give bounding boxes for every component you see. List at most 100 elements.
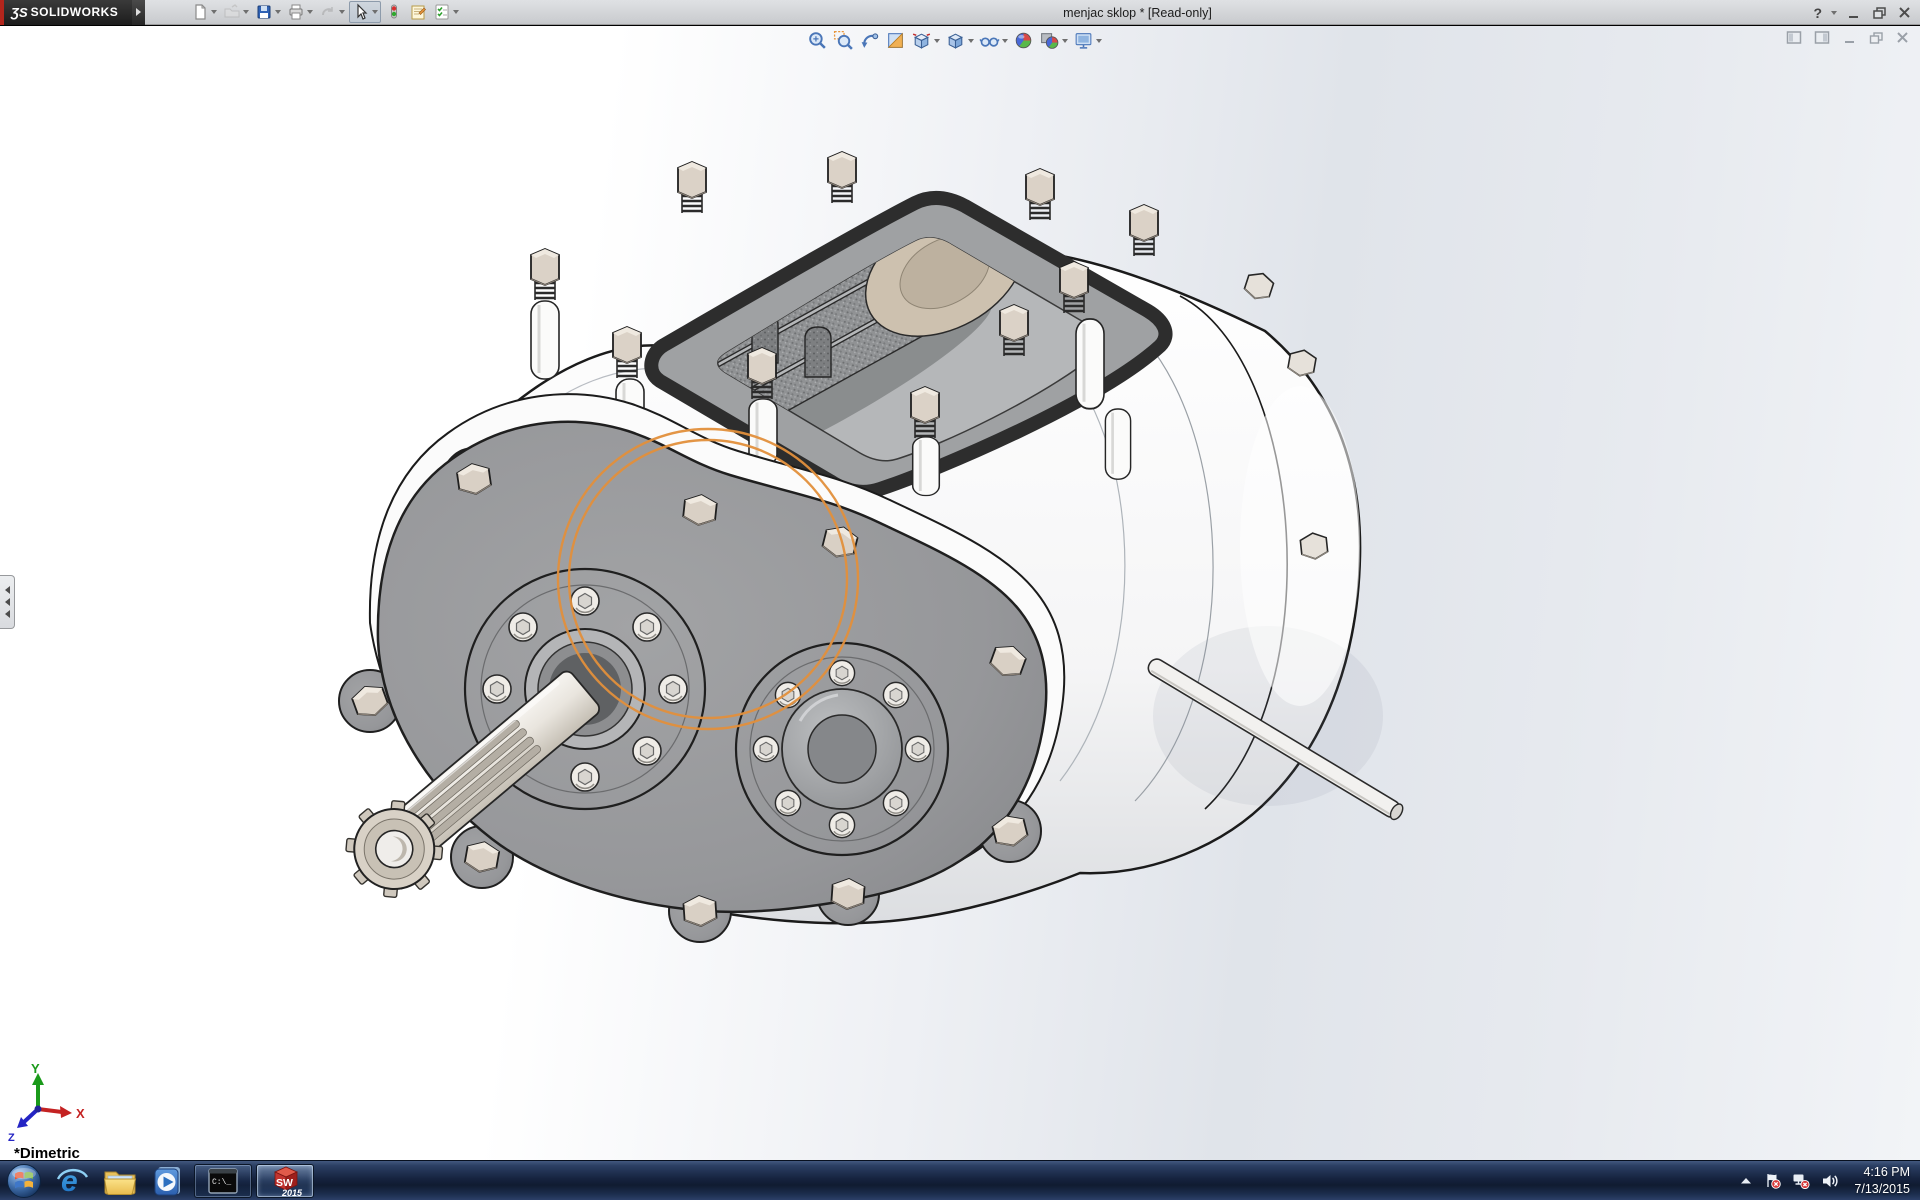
headsup-view-toolbar	[806, 29, 1103, 52]
minimize-document-icon[interactable]	[1842, 31, 1857, 45]
undo-icon	[319, 3, 337, 21]
windows-taskbar: e	[0, 1160, 1920, 1200]
view-orientation-label: *Dimetric	[14, 1145, 80, 1160]
view-orientation-button[interactable]	[910, 29, 941, 52]
view-settings-button[interactable]	[1072, 29, 1103, 52]
view-settings-monitor-icon	[1073, 30, 1094, 51]
dropdown-caret[interactable]	[307, 10, 313, 14]
window-controls: ?	[1813, 0, 1912, 25]
triad-z-label: Z	[8, 1132, 15, 1144]
start-button[interactable]	[0, 1162, 48, 1200]
media-player-button[interactable]	[144, 1162, 192, 1200]
network-error-icon[interactable]	[1792, 1172, 1810, 1189]
panel-arrow-icon	[5, 586, 10, 594]
solidworks-logo-text: SOLIDWORKS	[31, 5, 119, 19]
document-window-controls	[1786, 30, 1910, 45]
apply-scene-icon	[1039, 30, 1060, 51]
graphics-viewport[interactable]: Y X Z *Dimetric	[0, 26, 1920, 1160]
open-button[interactable]	[221, 1, 251, 23]
title-bar: ƷS SOLIDWORKS	[0, 0, 1920, 25]
close-button[interactable]	[1897, 6, 1912, 20]
zoom-to-area-icon	[833, 30, 854, 51]
folder-icon	[102, 1163, 138, 1199]
taskbar-clock[interactable]: 4:16 PM 7/13/2015	[1850, 1164, 1910, 1197]
restore-document-icon[interactable]	[1868, 31, 1884, 45]
dropdown-caret[interactable]	[968, 39, 974, 43]
display-style-button[interactable]	[944, 29, 975, 52]
solidworks-taskbar-button[interactable]: SW 2015	[256, 1164, 314, 1198]
close-document-icon[interactable]	[1895, 31, 1910, 45]
undo-button[interactable]	[317, 1, 347, 23]
dropdown-caret[interactable]	[339, 10, 345, 14]
feature-panel-collapsed-tab[interactable]	[0, 575, 15, 629]
select-tool-button[interactable]	[349, 1, 381, 23]
command-prompt-button[interactable]: C:\_	[194, 1164, 252, 1198]
media-player-icon	[151, 1164, 185, 1198]
help-button[interactable]: ?	[1813, 5, 1822, 21]
hide-show-items-button[interactable]	[978, 29, 1009, 52]
dropdown-caret[interactable]	[211, 10, 217, 14]
dropdown-caret[interactable]	[1062, 39, 1068, 43]
section-view-icon	[885, 30, 906, 51]
print-icon	[287, 3, 305, 21]
section-view-button[interactable]	[884, 29, 907, 52]
internet-explorer-button[interactable]: e	[48, 1162, 96, 1200]
appearance-sphere-icon	[1013, 30, 1034, 51]
rebuild-traffic-light-icon	[385, 3, 403, 21]
collapse-left-panel-icon[interactable]	[1786, 30, 1803, 45]
collapse-right-panel-icon[interactable]	[1814, 30, 1831, 45]
new-document-button[interactable]	[189, 1, 219, 23]
options-button[interactable]	[431, 1, 461, 23]
menu-expand-tab[interactable]	[132, 0, 145, 25]
dropdown-caret[interactable]	[275, 10, 281, 14]
gearbox-3d-model[interactable]: Y X Z *Dimetric	[0, 26, 1920, 1160]
dropdown-caret[interactable]	[243, 10, 249, 14]
apply-scene-button[interactable]	[1038, 29, 1069, 52]
zoom-to-area-button[interactable]	[832, 29, 855, 52]
save-icon	[255, 3, 273, 21]
file-properties-button[interactable]	[407, 1, 429, 23]
dropdown-caret[interactable]	[372, 10, 378, 14]
select-cursor-icon	[352, 3, 370, 21]
options-checklist-icon	[433, 3, 451, 21]
new-document-icon	[191, 3, 209, 21]
restore-button[interactable]	[1871, 6, 1888, 20]
countershaft-boss[interactable]	[736, 643, 948, 855]
save-button[interactable]	[253, 1, 283, 23]
open-folder-icon	[223, 3, 241, 21]
menu-bar-toolbar	[189, 1, 461, 23]
internet-explorer-icon: e	[55, 1164, 89, 1198]
rebuild-button[interactable]	[383, 1, 405, 23]
panel-arrow-icon	[5, 610, 10, 618]
edit-appearance-button[interactable]	[1012, 29, 1035, 52]
dropdown-caret[interactable]	[1096, 39, 1102, 43]
display-style-icon	[945, 30, 966, 51]
dropdown-caret[interactable]	[934, 39, 940, 43]
file-explorer-button[interactable]	[96, 1162, 144, 1200]
zoom-to-fit-button[interactable]	[806, 29, 829, 52]
action-center-flag-icon[interactable]	[1764, 1172, 1781, 1189]
dropdown-caret[interactable]	[453, 10, 459, 14]
hidden-icons-arrow[interactable]	[1739, 1174, 1753, 1188]
zoom-to-fit-icon	[807, 30, 828, 51]
window-title: menjac sklop * [Read-only]	[470, 0, 1805, 25]
previous-view-icon	[859, 30, 880, 51]
solidworks-logo-mark: ƷS	[11, 5, 28, 20]
file-properties-icon	[409, 3, 427, 21]
system-tray: 4:16 PM 7/13/2015	[1739, 1161, 1920, 1200]
cmd-prompt-text: C:\_	[212, 1178, 231, 1187]
volume-icon[interactable]	[1821, 1173, 1839, 1189]
orientation-triad: Y X Z	[8, 1061, 85, 1144]
minimize-button[interactable]	[1846, 6, 1862, 20]
help-dropdown-caret[interactable]	[1831, 11, 1837, 15]
dropdown-caret[interactable]	[1002, 39, 1008, 43]
print-button[interactable]	[285, 1, 315, 23]
view-orientation-icon	[911, 30, 932, 51]
windows-start-orb-icon	[6, 1163, 42, 1199]
taskbar-apps: e	[0, 1161, 316, 1200]
previous-view-button[interactable]	[858, 29, 881, 52]
eyeglasses-icon	[979, 30, 1000, 51]
panel-arrow-icon	[5, 598, 10, 606]
clock-time: 4:16 PM	[1854, 1164, 1910, 1180]
solidworks-logo: ƷS SOLIDWORKS	[0, 0, 132, 25]
